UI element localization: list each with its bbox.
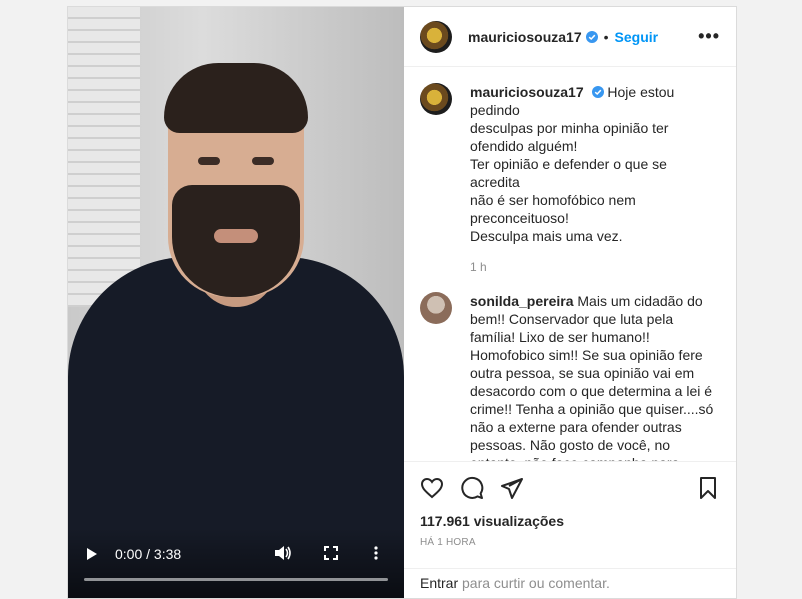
comment-icon[interactable]	[460, 476, 484, 500]
login-link[interactable]: Entrar	[420, 575, 458, 591]
caption-line: Ter opinião e defender o que se acredita	[470, 156, 667, 190]
follow-button[interactable]: Seguir	[615, 29, 659, 45]
separator-dot: •	[603, 28, 609, 45]
comment-text: sonilda_pereira Mais um cidadão do bem!!…	[470, 292, 720, 461]
post-sidebar: mauriciosouza17 • Seguir ••• mauriciosou…	[404, 7, 736, 598]
caption-text: mauriciosouza17 Hoje estou pedindo descu…	[470, 83, 720, 245]
play-icon[interactable]	[86, 547, 98, 564]
caption-avatar[interactable]	[420, 83, 452, 115]
caption-time[interactable]: 1 h	[470, 260, 720, 274]
caption: mauriciosouza17 Hoje estou pedindo descu…	[420, 83, 720, 245]
add-comment-bar: Entrar para curtir ou comentar.	[404, 568, 736, 598]
post-header: mauriciosouza17 • Seguir •••	[404, 7, 736, 67]
verified-badge-icon	[585, 30, 598, 43]
caption-line: Desculpa mais uma vez.	[470, 228, 623, 244]
caption-line: ofendido alguém!	[470, 138, 578, 154]
post-time[interactable]: HÁ 1 HORA	[420, 537, 720, 548]
post-actions: 117.961 visualizações HÁ 1 HORA	[404, 461, 736, 548]
verified-badge-icon	[591, 86, 604, 98]
view-count[interactable]: 117.961 visualizações	[420, 513, 720, 529]
video-player[interactable]: 0:00 / 3:38	[68, 7, 404, 598]
avatar[interactable]	[420, 20, 452, 53]
person-eye-right	[252, 157, 274, 165]
username-link[interactable]: mauriciosouza17	[468, 29, 582, 45]
person-mouth	[214, 229, 258, 243]
heart-icon[interactable]	[420, 476, 444, 500]
caption-line: não é ser homofóbico nem	[470, 192, 636, 208]
video-controls: 0:00 / 3:38	[68, 528, 404, 598]
fullscreen-icon[interactable]	[324, 546, 338, 563]
comment-username[interactable]: sonilda_pereira	[470, 293, 574, 309]
person-hair	[164, 63, 308, 133]
comment-body: Mais um cidadão do bem!! Conservador que…	[470, 293, 714, 461]
video-more-icon[interactable]	[374, 546, 378, 563]
person-eye-left	[198, 157, 220, 165]
window-blind	[68, 7, 140, 307]
comments-section[interactable]: mauriciosouza17 Hoje estou pedindo descu…	[404, 67, 736, 461]
caption-line: preconceituoso!	[470, 210, 569, 226]
video-time: 0:00 / 3:38	[115, 546, 182, 562]
instagram-post: 0:00 / 3:38 mauriciosouza17 • Seguir •••	[67, 6, 737, 599]
caption-username[interactable]: mauriciosouza17	[470, 84, 584, 100]
volume-icon[interactable]	[274, 545, 292, 564]
video-progress-bar[interactable]	[84, 578, 388, 581]
comment-item: sonilda_pereira Mais um cidadão do bem!!…	[420, 292, 720, 461]
caption-line: desculpas por minha opinião ter	[470, 120, 669, 136]
add-comment-text: para curtir ou comentar.	[462, 575, 610, 591]
comment-avatar[interactable]	[420, 292, 452, 324]
bookmark-icon[interactable]	[696, 476, 720, 500]
share-icon[interactable]	[500, 476, 524, 500]
more-options-icon[interactable]: •••	[698, 26, 720, 47]
